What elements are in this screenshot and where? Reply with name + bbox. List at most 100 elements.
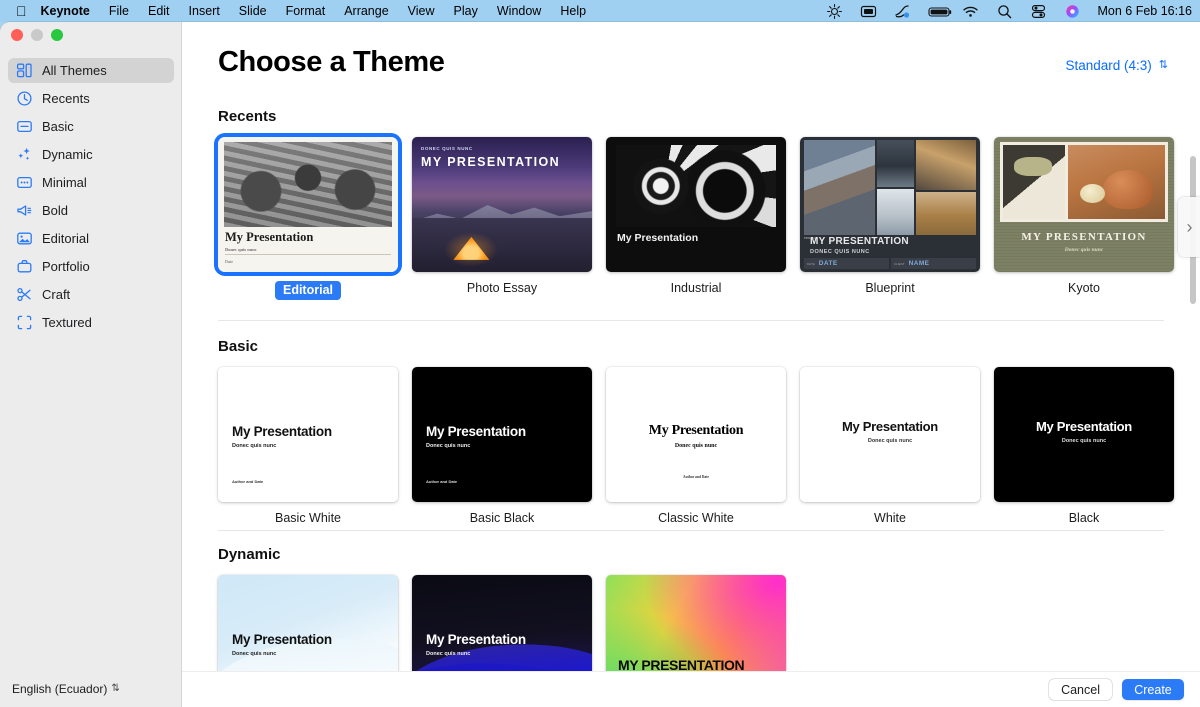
- menu-item-format[interactable]: Format: [286, 4, 326, 18]
- sidebar-item-label: Craft: [42, 287, 70, 302]
- slide-date-value: DATE: [819, 260, 838, 267]
- theme-thumb[interactable]: PROJECT MY PRESENTATION DONEC QUIS NUNC …: [800, 137, 980, 272]
- siri-icon[interactable]: [1064, 3, 1081, 20]
- theme-thumb[interactable]: My Presentation Donec quis nunc Author a…: [412, 367, 592, 502]
- theme-label-wrap: Basic Black: [412, 511, 592, 525]
- theme-label: Blueprint: [865, 281, 914, 295]
- brightness-icon[interactable]: [826, 3, 843, 20]
- scissors-icon: [16, 286, 33, 303]
- control-center-icon[interactable]: [1030, 3, 1047, 20]
- theme-card-black[interactable]: My Presentation Donec quis nunc Black: [994, 367, 1174, 525]
- megaphone-icon: [16, 202, 33, 219]
- menu-bar:  Keynote File Edit Insert Slide Format …: [0, 0, 1200, 22]
- minimize-button[interactable]: [31, 29, 43, 41]
- sidebar-item-label: Editorial: [42, 231, 89, 246]
- sidebar-item-textured[interactable]: Textured: [8, 310, 174, 335]
- theme-thumb[interactable]: My Presentation Donec quis nunc Author a…: [218, 367, 398, 502]
- photo-icon: [16, 230, 33, 247]
- menu-item-window[interactable]: Window: [497, 4, 541, 18]
- sidebar-item-label: All Themes: [42, 63, 107, 78]
- sidebar: All Themes Recents Basic: [0, 22, 182, 707]
- sidebar-item-portfolio[interactable]: Portfolio: [8, 254, 174, 279]
- theme-scroll-area[interactable]: Recents My Presentation Donec quis nunc …: [182, 22, 1200, 667]
- sidebar-item-label: Portfolio: [42, 259, 90, 274]
- menu-item-slide[interactable]: Slide: [239, 4, 267, 18]
- battery-icon[interactable]: [928, 3, 945, 20]
- menu-item-view[interactable]: View: [408, 4, 435, 18]
- slide-title: MY PRESENTATION: [421, 155, 560, 169]
- sidebar-item-craft[interactable]: Craft: [8, 282, 174, 307]
- language-label: English (Ecuador): [12, 682, 107, 696]
- slide-title: My Presentation: [617, 232, 698, 244]
- zoom-button[interactable]: [51, 29, 63, 41]
- slide-subtitle: Donec quis nunc: [994, 438, 1174, 444]
- briefcase-icon: [16, 258, 33, 275]
- theme-card-kyoto[interactable]: MY PRESENTATION Donec quis nunc Kyoto: [994, 137, 1174, 300]
- section-basic: Basic My Presentation Donec quis nunc Au…: [218, 338, 1174, 525]
- theme-thumb[interactable]: MY PRESENTATION Donec quis nunc: [994, 137, 1174, 272]
- display-icon[interactable]: [860, 3, 877, 20]
- theme-card-white[interactable]: My Presentation Donec quis nunc White: [800, 367, 980, 525]
- slide-title: My Presentation: [800, 419, 980, 434]
- sidebar-item-dynamic[interactable]: Dynamic: [8, 142, 174, 167]
- sidebar-item-minimal[interactable]: Minimal: [8, 170, 174, 195]
- slide-subtitle: Donec quis nunc: [232, 443, 276, 449]
- slide-subtitle: Donec quis nunc: [225, 247, 257, 252]
- theme-card-photo-essay[interactable]: DONEC QUIS NUNC MY PRESENTATION Photo Es…: [412, 137, 592, 300]
- slide-title: My Presentation: [232, 632, 332, 647]
- theme-thumb[interactable]: My Presentation Donec quis nunc Date: [218, 137, 398, 272]
- dialog-footer: Cancel Create: [182, 671, 1200, 707]
- slide-kicker: DONEC QUIS NUNC: [421, 146, 473, 151]
- menu-item-insert[interactable]: Insert: [189, 4, 220, 18]
- theme-card-classic-white[interactable]: My Presentation Donec quis nunc Author a…: [606, 367, 786, 525]
- theme-thumb[interactable]: My Presentation Donec quis nunc Author a…: [606, 367, 786, 502]
- menu-item-play[interactable]: Play: [454, 4, 478, 18]
- sidebar-item-basic[interactable]: Basic: [8, 114, 174, 139]
- theme-card-basic-black[interactable]: My Presentation Donec quis nunc Author a…: [412, 367, 592, 525]
- slide-preview: My Presentation Donec quis nunc Author a…: [606, 367, 786, 502]
- menu-item-help[interactable]: Help: [560, 4, 586, 18]
- theme-label-wrap: Blueprint: [800, 281, 980, 295]
- all-themes-icon: [16, 62, 33, 79]
- slide-title: My Presentation: [225, 230, 313, 245]
- cancel-button[interactable]: Cancel: [1049, 679, 1112, 700]
- theme-thumb[interactable]: DONEC QUIS NUNC MY PRESENTATION: [412, 137, 592, 272]
- theme-thumb[interactable]: My Presentation Donec quis nunc: [994, 367, 1174, 502]
- theme-label-wrap: Classic White: [606, 511, 786, 525]
- slide-date-label: DATE: [807, 262, 815, 266]
- theme-card-basic-white[interactable]: My Presentation Donec quis nunc Author a…: [218, 367, 398, 525]
- slide-subtitle: Donec quis nunc: [426, 443, 470, 449]
- menu-item-file[interactable]: File: [109, 4, 129, 18]
- sidebar-item-label: Textured: [42, 315, 92, 330]
- main-content: Choose a Theme Standard (4:3) ⇅ Recents …: [182, 22, 1200, 707]
- menu-item-arrange[interactable]: Arrange: [344, 4, 388, 18]
- cleaner-icon[interactable]: [894, 3, 911, 20]
- theme-card-industrial[interactable]: My Presentation Industrial: [606, 137, 786, 300]
- menu-item-edit[interactable]: Edit: [148, 4, 170, 18]
- search-icon[interactable]: [996, 3, 1013, 20]
- apple-logo-icon[interactable]: : [16, 4, 27, 18]
- theme-label-wrap: Industrial: [606, 281, 786, 295]
- sidebar-item-all-themes[interactable]: All Themes: [8, 58, 174, 83]
- theme-thumb[interactable]: My Presentation Donec quis nunc: [800, 367, 980, 502]
- theme-thumb[interactable]: My Presentation: [606, 137, 786, 272]
- language-popup[interactable]: English (Ecuador) ⇅: [0, 671, 182, 707]
- theme-label: Photo Essay: [467, 281, 537, 295]
- slide-title: MY PRESENTATION: [810, 236, 909, 247]
- theme-label: Classic White: [658, 511, 734, 525]
- sidebar-item-recents[interactable]: Recents: [8, 86, 174, 111]
- menu-item-keynote[interactable]: Keynote: [41, 4, 90, 18]
- theme-card-editorial[interactable]: My Presentation Donec quis nunc Date Edi…: [218, 137, 398, 300]
- sidebar-item-label: Basic: [42, 119, 74, 134]
- sidebar-item-bold[interactable]: Bold: [8, 198, 174, 223]
- create-button[interactable]: Create: [1122, 679, 1184, 700]
- section-title: Dynamic: [218, 546, 786, 563]
- slide-preview: My Presentation Donec quis nunc Date: [218, 137, 398, 272]
- sidebar-item-editorial[interactable]: Editorial: [8, 226, 174, 251]
- theme-card-blueprint[interactable]: PROJECT MY PRESENTATION DONEC QUIS NUNC …: [800, 137, 980, 300]
- wifi-icon[interactable]: [962, 3, 979, 20]
- next-page-button[interactable]: ›: [1178, 197, 1200, 257]
- menu-clock[interactable]: Mon 6 Feb 16:16: [1097, 4, 1192, 18]
- slide-subtitle: Donec quis nunc: [994, 247, 1174, 253]
- close-button[interactable]: [11, 29, 23, 41]
